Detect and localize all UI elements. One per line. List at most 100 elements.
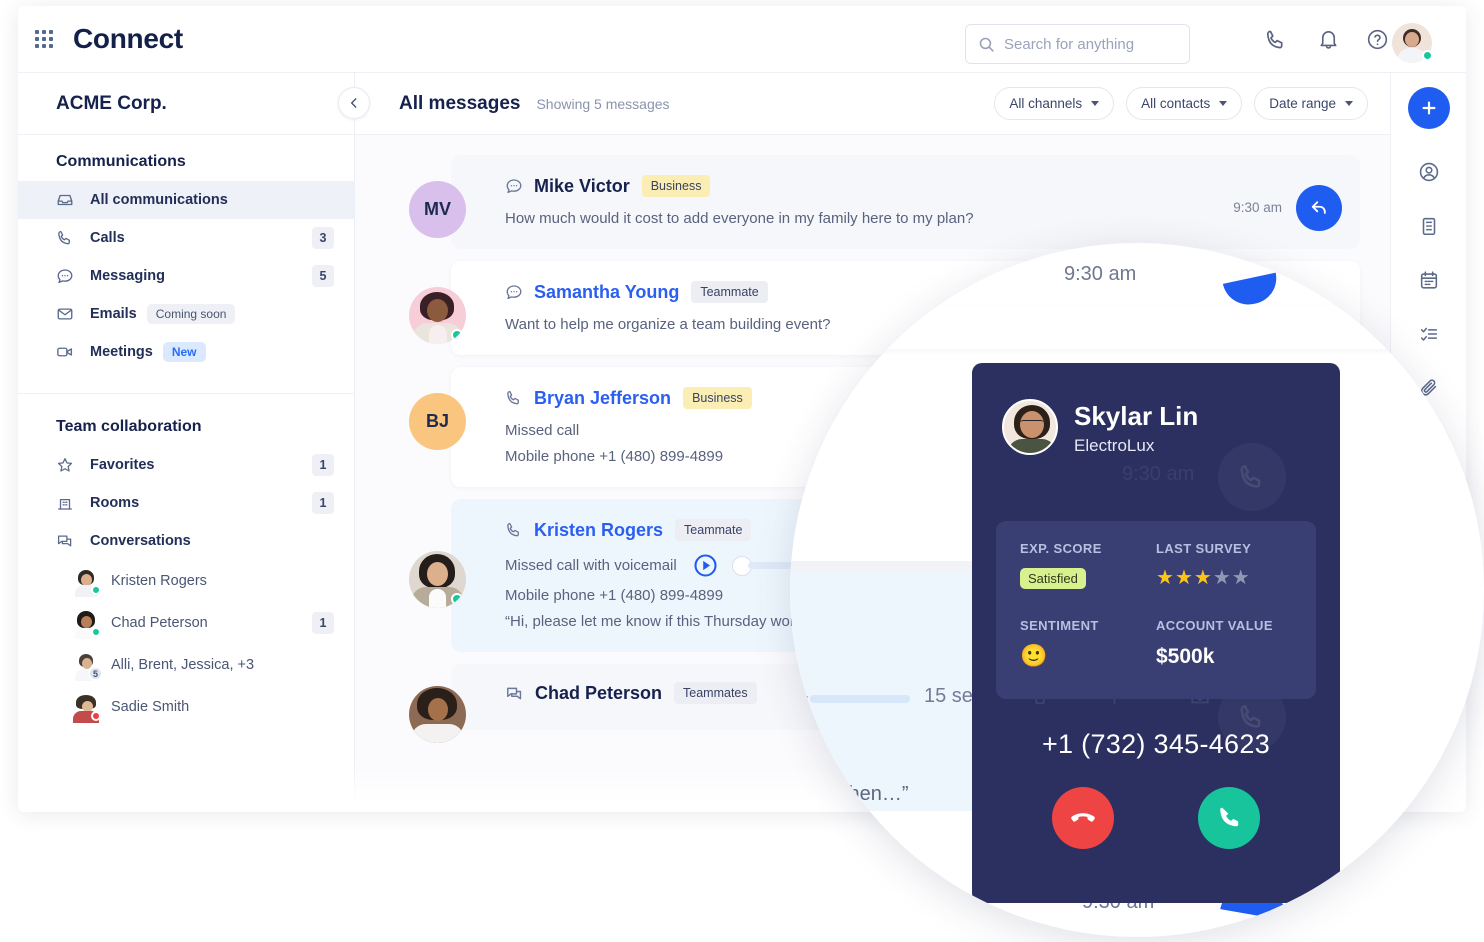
sidebar-item-rooms[interactable]: Rooms 1 [18, 484, 354, 522]
sidebar-item-label: Rooms [90, 495, 140, 511]
list-item[interactable]: Sadie Smith [18, 686, 354, 728]
page-title: All messages [399, 92, 521, 114]
chat-bubble-icon [505, 283, 523, 301]
caller-phone-number: +1 (732) 345-4623 [1041, 729, 1271, 759]
stat-label: SENTIMENT [1020, 617, 1099, 633]
sender-name[interactable]: Bryan Jefferson [534, 388, 671, 409]
building-icon[interactable] [1416, 213, 1442, 239]
magnified-reply-button-edge [1222, 272, 1282, 310]
app-title: Connect [73, 23, 183, 54]
filter-all-contacts[interactable]: All contacts [1126, 87, 1243, 120]
group-count: 5 [88, 666, 103, 681]
sender-name[interactable]: Samantha Young [534, 282, 679, 303]
chats-icon [56, 532, 76, 550]
sidebar-item-label: Calls [90, 230, 125, 246]
magnified-voicemail-track [810, 695, 910, 703]
new-badge: New [162, 342, 206, 362]
org-name: ACME Corp. [56, 92, 167, 114]
stat-value: Satisfied [1020, 568, 1156, 589]
phone-icon [505, 389, 523, 407]
sidebar-item-label: Favorites [90, 457, 155, 473]
chat-bubble-icon [56, 267, 76, 285]
calendar-icon[interactable] [1416, 267, 1442, 293]
list-item[interactable]: Kristen Rogers [18, 560, 354, 602]
add-button[interactable] [1407, 87, 1450, 129]
bell-icon[interactable] [1317, 28, 1345, 56]
search-input[interactable] [1004, 35, 1164, 53]
status-badge: Teammate [691, 281, 768, 303]
customer-stats-panel: EXP. SCORE Satisfied LAST SURVEY ★ ★ ★ ★… [996, 521, 1316, 699]
sidebar-item-count: 5 [312, 265, 334, 287]
star-icon: ★ [1193, 567, 1212, 589]
sidebar-item-count: 3 [312, 227, 334, 249]
list-item-label: Chad Peterson [111, 615, 208, 631]
sidebar-item-favorites[interactable]: Favorites 1 [18, 446, 354, 484]
sidebar-item-messaging[interactable]: Messaging 5 [18, 257, 354, 295]
magnifier-lens: my family here to my plan? 9:30 am vent?… [790, 243, 1484, 937]
filter-date-range[interactable]: Date range [1254, 87, 1368, 120]
phone-icon [1220, 807, 1239, 827]
magnified-text-fragment: ork [790, 691, 809, 712]
timestamp: 9:30 am [1233, 200, 1282, 215]
chevron-down-icon [1345, 101, 1353, 106]
sender-name[interactable]: Kristen Rogers [534, 520, 663, 541]
search-box[interactable] [965, 24, 1190, 64]
filter-all-channels[interactable]: All channels [994, 87, 1115, 120]
chevron-left-icon [350, 98, 357, 108]
coming-soon-badge: Coming soon [146, 304, 236, 324]
phone-icon[interactable] [1264, 28, 1292, 56]
list-item-label: Sadie Smith [111, 699, 190, 715]
message-header: Mike Victor Business [505, 175, 1338, 197]
avatar: BJ [409, 393, 466, 450]
main-header: All messages Showing 5 messages All chan… [355, 73, 1390, 135]
magnified-timestamp-top: 9:30 am [1064, 263, 1137, 285]
video-camera-icon [56, 343, 76, 361]
org-header: ACME Corp. [18, 73, 370, 135]
status-badge: Business [641, 175, 711, 197]
contact-circle-icon[interactable] [1416, 159, 1442, 185]
ghost-timestamp: 9:30 am [1122, 463, 1195, 485]
avatar-group: 5 [73, 652, 103, 681]
chevron-down-icon [1091, 101, 1100, 106]
status-badge: Teammates [674, 682, 757, 704]
sidebar-section-communications: Communications All communications Calls … [18, 135, 354, 394]
grid-apps-icon[interactable] [33, 28, 55, 50]
avatar [73, 694, 101, 723]
sender-name: Chad Peterson [535, 682, 663, 703]
list-item-label: Kristen Rogers [111, 573, 207, 589]
sidebar-item-calls[interactable]: Calls 3 [18, 219, 354, 257]
list-item[interactable]: 5 Alli, Brent, Jessica, +3 [18, 644, 354, 686]
magnified-card-edge [868, 305, 1428, 349]
help-icon[interactable] [1366, 28, 1394, 56]
chevron-down-icon [1219, 101, 1228, 106]
chats-icon [505, 684, 524, 703]
sidebar-item-emails[interactable]: Emails Coming soon [18, 295, 354, 333]
sidebar-item-conversations[interactable]: Conversations [18, 522, 354, 560]
sidebar-item-count: 1 [312, 454, 334, 476]
avatar: MV [409, 181, 466, 238]
caller-company: ElectroLux [1074, 436, 1155, 455]
list-item-count: 1 [312, 612, 334, 634]
sentiment-emoji: 🙂 [1020, 642, 1048, 668]
stat-exp-score: EXP. SCORE Satisfied [1020, 541, 1156, 600]
plus-icon [1422, 101, 1435, 115]
sidebar-item-label: All communications [90, 192, 228, 208]
sidebar-item-label: Meetings [90, 344, 153, 360]
stat-label: ACCOUNT VALUE [1156, 617, 1273, 633]
magnified-text-fragment: my family here to my plan? [790, 243, 1010, 258]
reply-button[interactable] [1296, 185, 1342, 231]
message-card[interactable]: Mike Victor Business How much would it c… [451, 155, 1360, 249]
sidebar-section-team-collaboration: Team collaboration Favorites 1 Rooms 1 C… [18, 394, 354, 750]
accept-call-button[interactable] [1198, 787, 1260, 849]
account-value: $500k [1156, 644, 1215, 668]
sidebar-item-all-communications[interactable]: All communications [18, 181, 354, 219]
decline-call-button[interactable] [1052, 787, 1114, 849]
status-badge [451, 329, 463, 341]
avatar [73, 610, 101, 639]
table-row[interactable]: MV Mike Victor Business How much would i… [409, 155, 1360, 249]
star-icon: ★ [1231, 567, 1250, 589]
sidebar-collapse-button[interactable] [338, 87, 370, 119]
sidebar-item-meetings[interactable]: Meetings New [18, 333, 354, 371]
play-circle-icon[interactable] [693, 553, 718, 578]
list-item[interactable]: Chad Peterson 1 [18, 602, 354, 644]
